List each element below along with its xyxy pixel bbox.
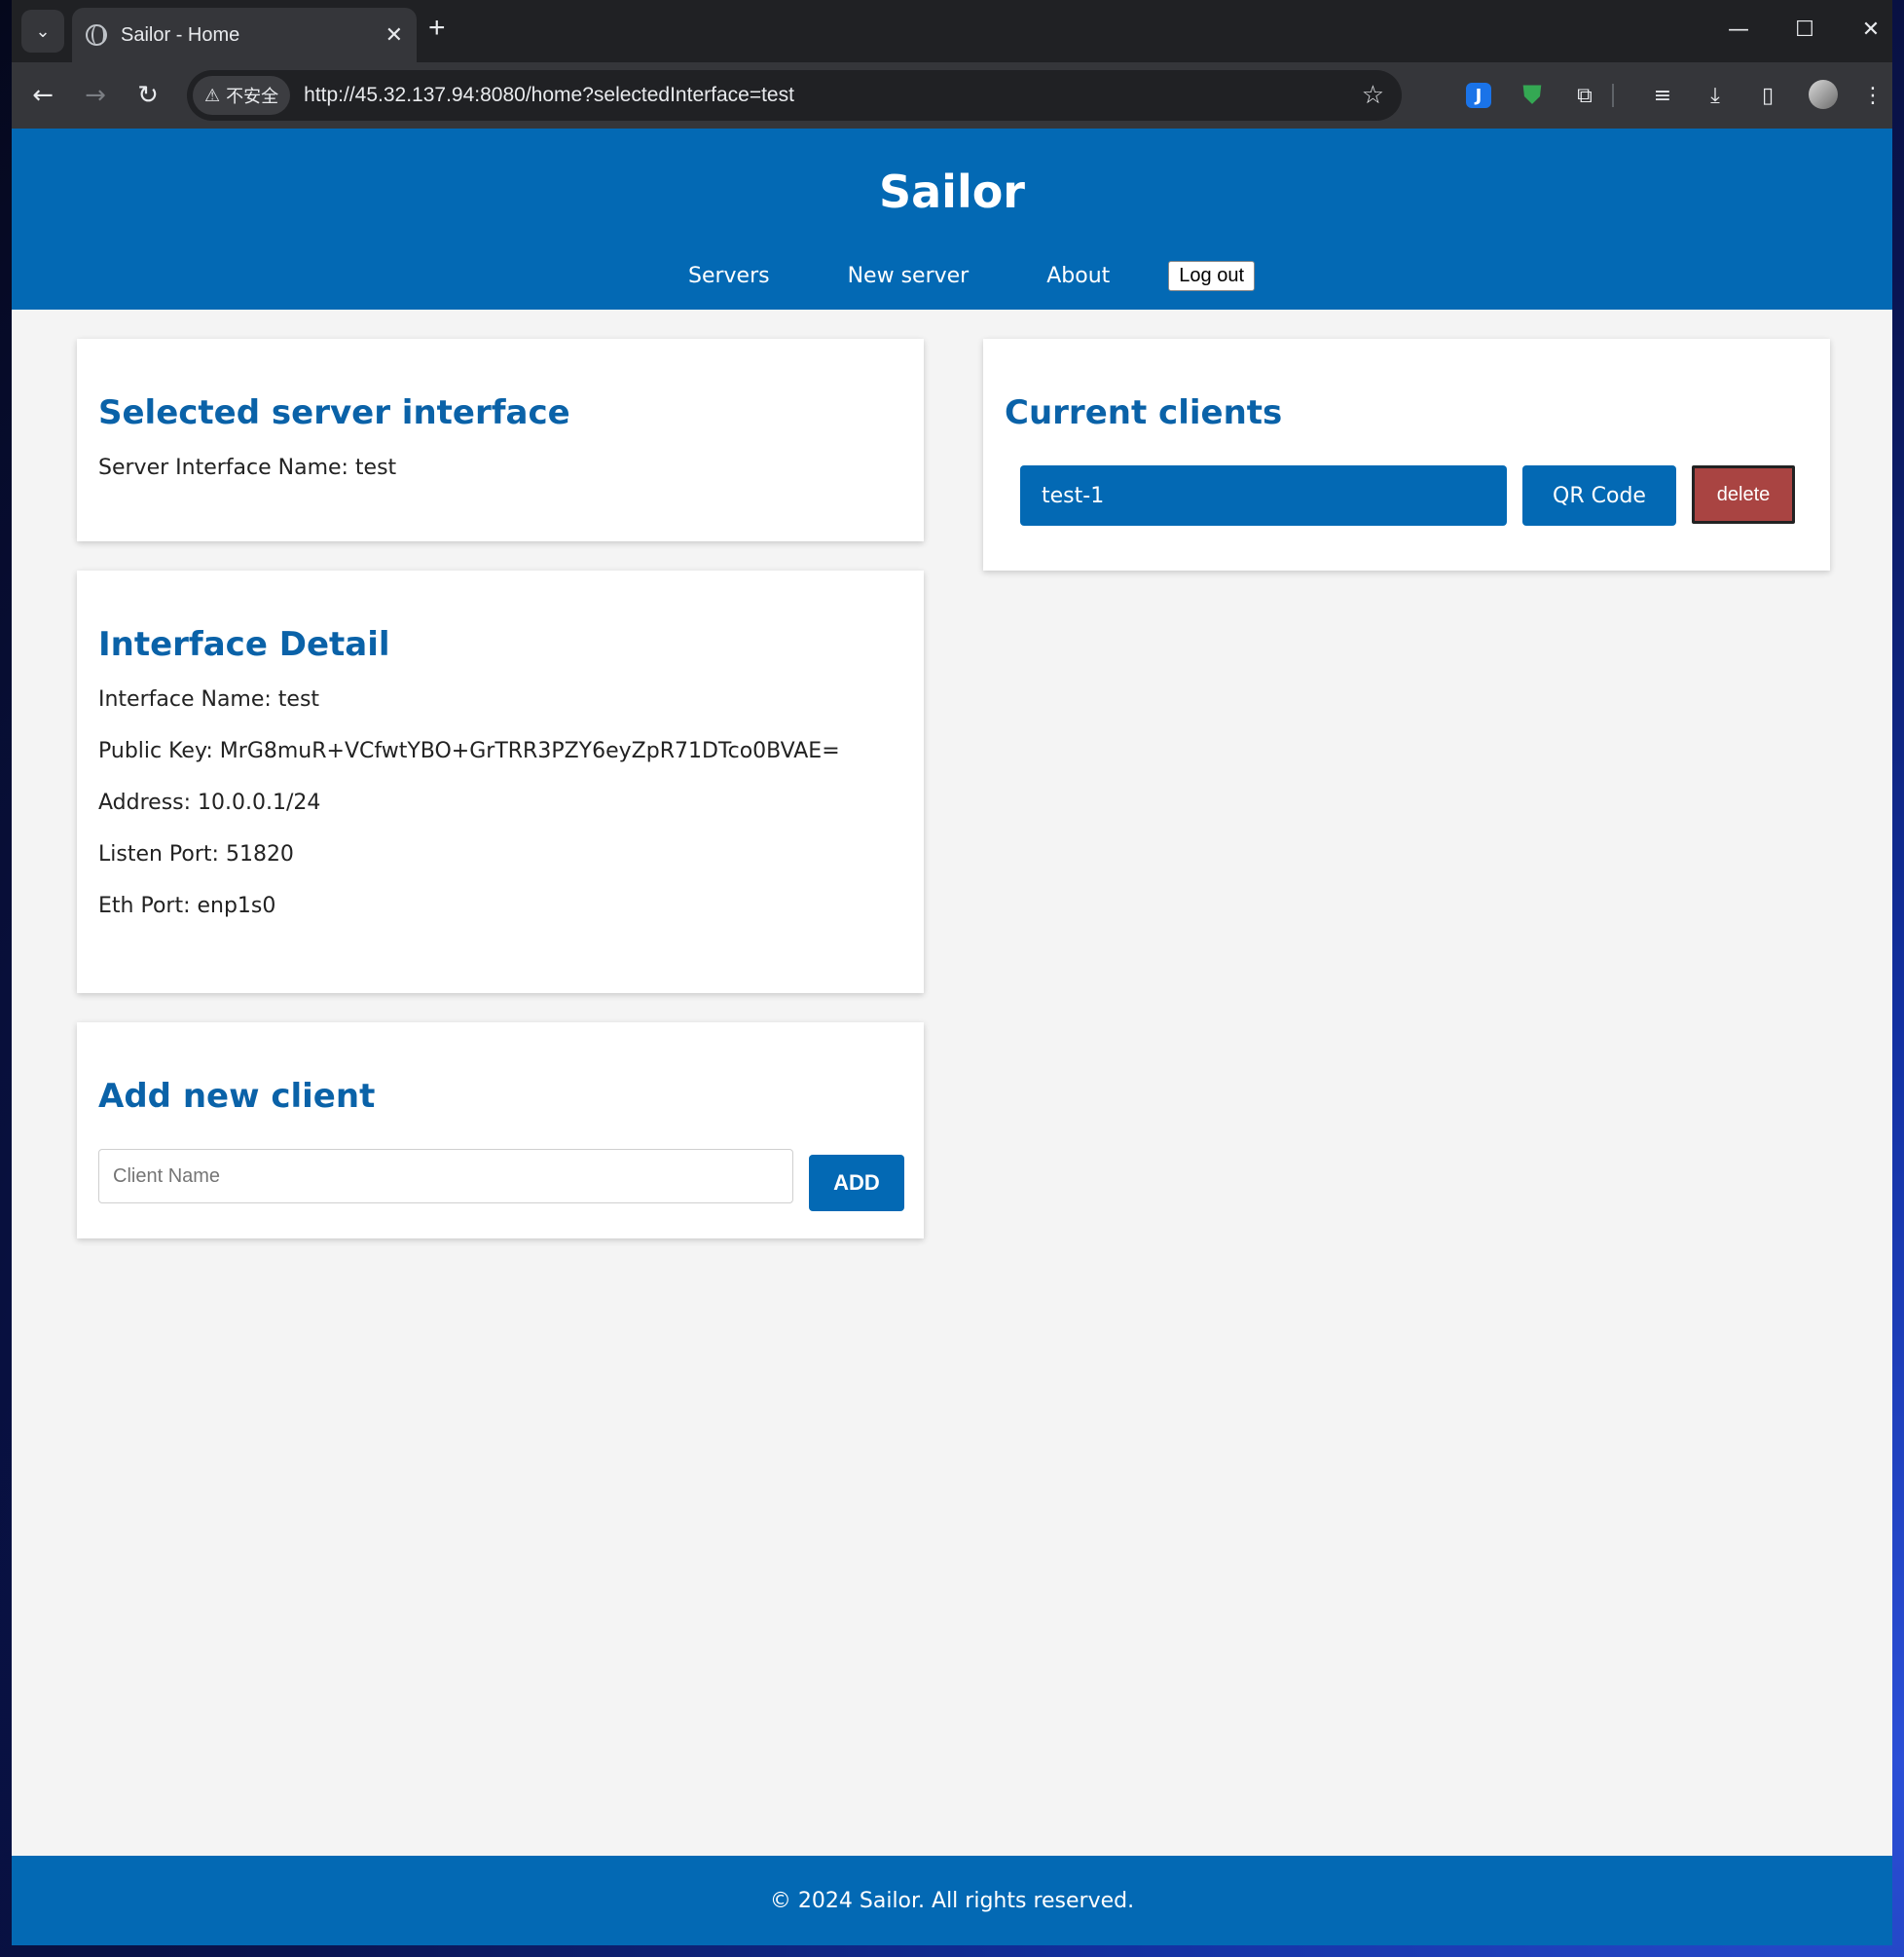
extensions-puzzle-icon[interactable]: ⧉: [1569, 80, 1600, 111]
browser-toolbar: ← → ↻ ⚠ 不安全 http://45.32.137.94:8080/hom…: [12, 62, 1892, 129]
security-label: 不安全: [226, 87, 279, 107]
tab-search-button[interactable]: ⌄: [21, 10, 64, 53]
logout-button[interactable]: Log out: [1168, 261, 1255, 291]
eth-port: Eth Port: enp1s0: [98, 894, 276, 918]
client-name[interactable]: test-1: [1020, 465, 1507, 526]
toolbar-divider: [1612, 84, 1614, 107]
forward-arrow-icon[interactable]: →: [78, 78, 113, 113]
globe-icon: [86, 24, 107, 46]
client-row: test-1 QR Code delete: [1020, 465, 1799, 526]
maximize-icon[interactable]: ☐: [1776, 10, 1834, 49]
new-tab-button[interactable]: +: [428, 12, 446, 45]
current-clients-heading: Current clients: [1005, 393, 1283, 432]
site-nav: Servers New server About Log out: [12, 261, 1892, 291]
client-name-input[interactable]: [98, 1149, 793, 1203]
reload-icon[interactable]: ↻: [130, 78, 165, 113]
profile-avatar[interactable]: [1809, 80, 1838, 109]
close-icon[interactable]: ✕: [385, 22, 403, 48]
current-clients-card: Current clients test-1 QR Code delete: [983, 339, 1830, 571]
bookmark-star-icon[interactable]: ☆: [1362, 81, 1384, 110]
nav-about-link[interactable]: About: [1046, 264, 1110, 288]
address: Address: 10.0.0.1/24: [98, 791, 321, 815]
footer-text: © 2024 Sailor. All rights reserved.: [769, 1888, 1135, 1913]
tab-strip: ⌄ Sailor - Home ✕ + — ☐ ✕: [12, 0, 1892, 62]
window-close-icon[interactable]: ✕: [1842, 10, 1892, 49]
delete-client-button[interactable]: delete: [1692, 465, 1795, 524]
selected-interface-heading: Selected server interface: [98, 393, 570, 432]
chevron-down-icon: ⌄: [35, 20, 51, 42]
security-indicator[interactable]: ⚠ 不安全: [193, 76, 291, 115]
add-client-card: Add new client ADD: [77, 1022, 924, 1238]
minimize-icon[interactable]: —: [1709, 10, 1768, 49]
url-text[interactable]: http://45.32.137.94:8080/home?selectedIn…: [304, 84, 1362, 107]
shield-icon[interactable]: ⛊: [1517, 80, 1548, 111]
public-key: Public Key: MrG8muR+VCfwtYBO+GrTRR3PZY6e…: [98, 739, 840, 763]
browser-window: ⌄ Sailor - Home ✕ + — ☐ ✕ ← → ↻ ⚠ 不安全 ht…: [12, 0, 1892, 1945]
nav-new-server-link[interactable]: New server: [848, 264, 970, 288]
interface-detail-heading: Interface Detail: [98, 625, 390, 664]
interface-detail-card: Interface Detail Interface Name: test Pu…: [77, 571, 924, 993]
browser-tab[interactable]: Sailor - Home ✕: [72, 8, 417, 62]
download-icon[interactable]: ⤓: [1700, 80, 1731, 111]
site-header: Sailor Servers New server About Log out: [12, 129, 1892, 310]
listen-port: Listen Port: 51820: [98, 842, 294, 867]
nav-servers-link[interactable]: Servers: [688, 264, 770, 288]
warning-icon: ⚠: [204, 85, 221, 106]
extension-j-icon[interactable]: J: [1466, 83, 1491, 108]
add-client-heading: Add new client: [98, 1077, 376, 1116]
server-interface-name: Server Interface Name: test: [98, 456, 397, 480]
address-bar[interactable]: ⚠ 不安全 http://45.32.137.94:8080/home?sele…: [187, 70, 1402, 121]
site-title: Sailor: [879, 166, 1025, 218]
media-control-icon[interactable]: ≡: [1647, 80, 1678, 111]
selected-interface-card: Selected server interface Server Interfa…: [77, 339, 924, 541]
back-arrow-icon[interactable]: ←: [25, 78, 60, 113]
side-panel-icon[interactable]: ▯: [1752, 80, 1783, 111]
qr-code-button[interactable]: QR Code: [1522, 465, 1676, 526]
add-client-button[interactable]: ADD: [809, 1155, 904, 1211]
interface-name: Interface Name: test: [98, 687, 320, 712]
tab-title: Sailor - Home: [121, 23, 240, 46]
site-footer: © 2024 Sailor. All rights reserved.: [12, 1856, 1892, 1945]
more-menu-icon[interactable]: ⋮: [1857, 80, 1888, 111]
